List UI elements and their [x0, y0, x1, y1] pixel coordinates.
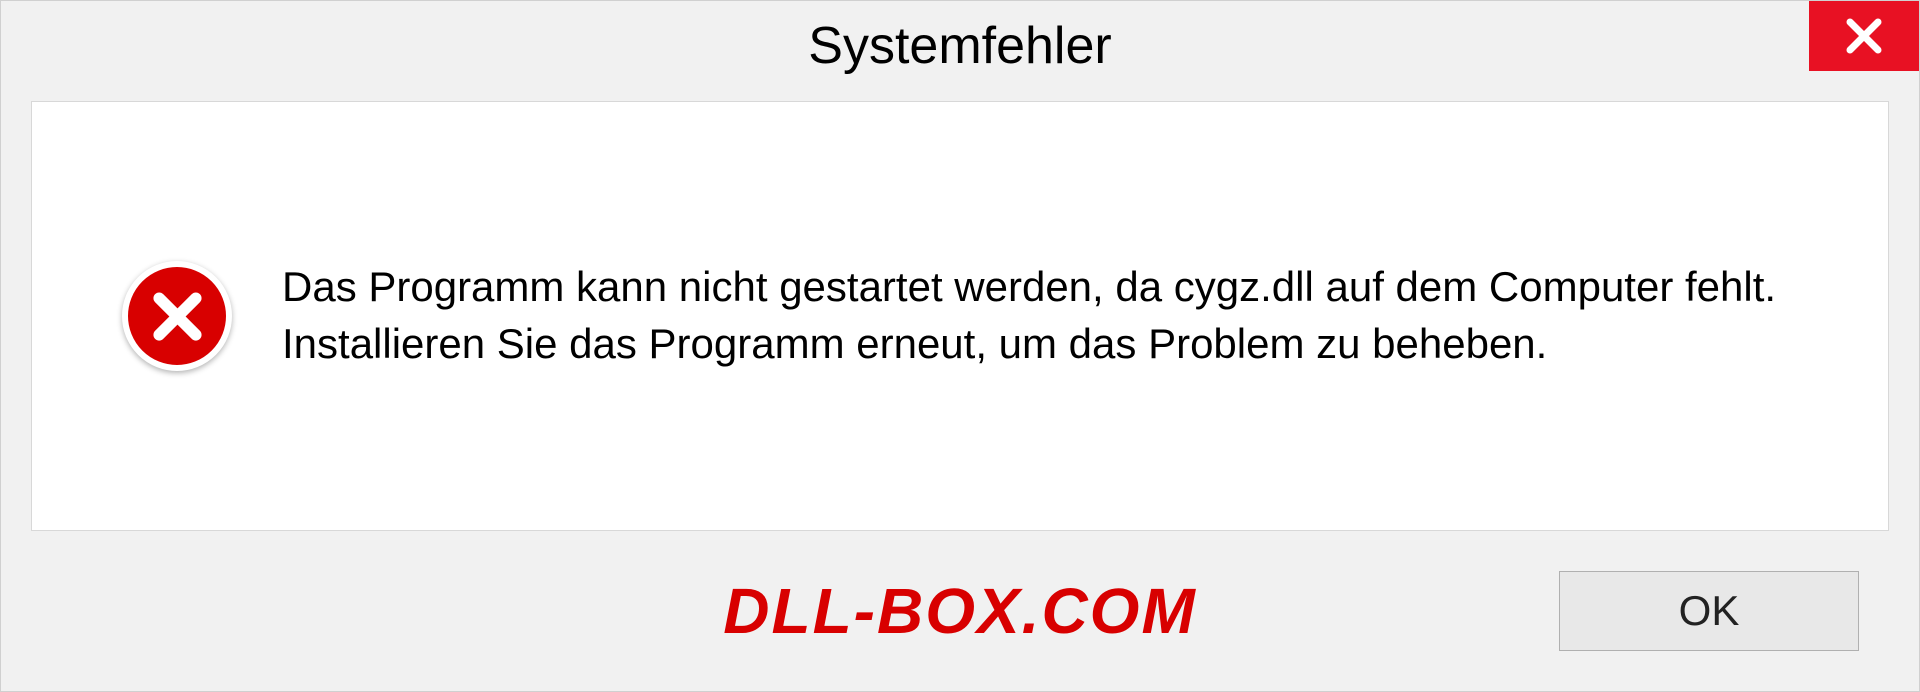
titlebar: Systemfehler: [1, 1, 1919, 91]
error-dialog: Systemfehler Das Programm kann nicht ges…: [0, 0, 1920, 692]
close-icon: [1843, 15, 1885, 57]
close-button[interactable]: [1809, 1, 1919, 71]
dialog-title: Systemfehler: [808, 16, 1111, 76]
watermark-text: DLL-BOX.COM: [723, 574, 1197, 648]
ok-button[interactable]: OK: [1559, 571, 1859, 651]
content-panel: Das Programm kann nicht gestartet werden…: [31, 101, 1889, 531]
error-message: Das Programm kann nicht gestartet werden…: [282, 259, 1828, 372]
dialog-footer: DLL-BOX.COM OK: [1, 531, 1919, 691]
error-icon: [122, 261, 232, 371]
